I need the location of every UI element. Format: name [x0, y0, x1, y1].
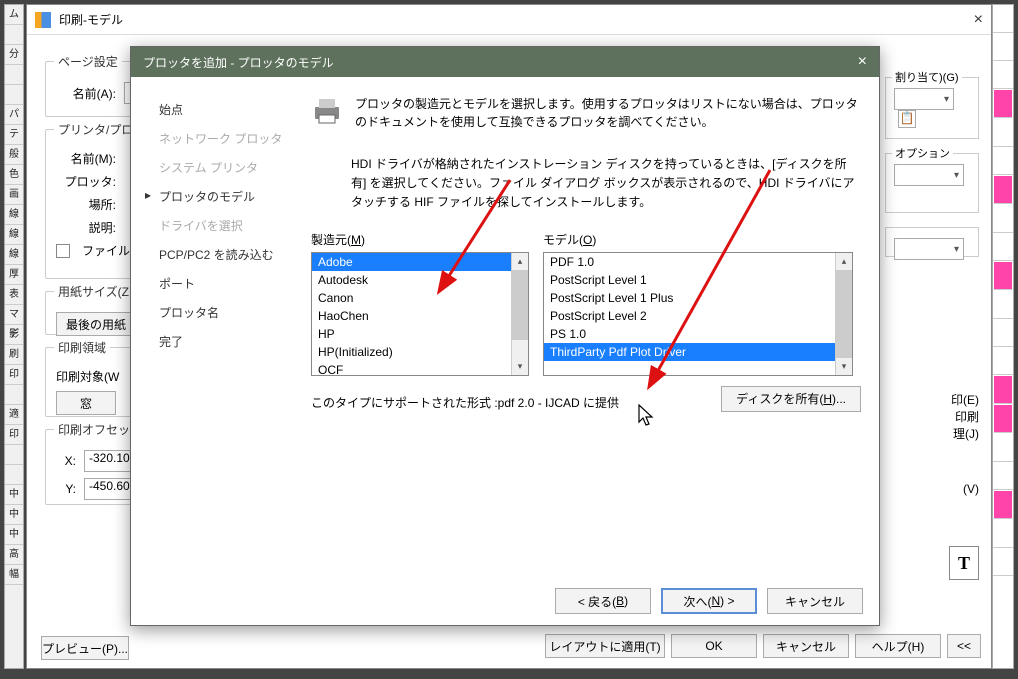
wizard-main-panel: プロッタの製造元とモデルを選択します。使用するプロッタはリストにない場合は、プロ…: [311, 77, 879, 577]
apply-layout-button[interactable]: レイアウトに適用(T): [545, 634, 665, 658]
step-system: システム プリンタ: [145, 153, 297, 182]
option-combo-2[interactable]: [894, 238, 964, 260]
wizard-titlebar: プロッタを追加 - プロッタのモデル ×: [131, 47, 879, 77]
step-driver: ドライバを選択: [145, 211, 297, 240]
v-label: (V): [885, 482, 979, 496]
print-to-file-checkbox[interactable]: [56, 244, 70, 258]
print-target-label: 印刷対象(W: [56, 368, 119, 385]
manufacturer-item[interactable]: Adobe: [312, 253, 528, 271]
ok-button[interactable]: OK: [671, 634, 757, 658]
assignment-combo[interactable]: [894, 88, 954, 110]
help-button[interactable]: ヘルプ(H): [855, 634, 941, 658]
manufacturer-item[interactable]: OCF: [312, 361, 528, 376]
wizard-close-icon[interactable]: ×: [858, 53, 867, 71]
model-listbox[interactable]: PDF 1.0PostScript Level 1PostScript Leve…: [543, 252, 853, 376]
wizard-hint-text: HDI ドライバが格納されたインストレーション ディスクを持っているときは、[デ…: [351, 155, 861, 213]
wizard-step-nav: 始点 ネットワーク プロッタ システム プリンタ プロッタのモデル ドライバを選…: [131, 77, 311, 577]
add-plotter-wizard: プロッタを追加 - プロッタのモデル × 始点 ネットワーク プロッタ システム…: [130, 46, 880, 626]
option-combo[interactable]: [894, 164, 964, 186]
step-name: プロッタ名: [145, 298, 297, 327]
y-label: Y:: [56, 482, 76, 496]
wizard-top-text: プロッタの製造元とモデルを選択します。使用するプロッタはリストにない場合は、プロ…: [355, 95, 861, 131]
print-target-combo[interactable]: 窓: [56, 391, 116, 415]
plotter-label: プロッタ:: [56, 173, 116, 190]
manufacturer-item[interactable]: HP: [312, 325, 528, 343]
manufacturer-label: 製造元(M): [311, 231, 529, 248]
wizard-cancel-button[interactable]: キャンセル: [767, 588, 863, 614]
location-label: 場所:: [56, 196, 116, 213]
manufacturer-listbox[interactable]: AdobeAutodeskCanonHaoChenHPHP(Initialize…: [311, 252, 529, 376]
print-dialog-titlebar: 印刷-モデル ×: [27, 5, 991, 35]
right-panel-strip: [992, 4, 1014, 669]
manufacturer-item[interactable]: Autodesk: [312, 271, 528, 289]
bottom-button-row: レイアウトに適用(T) OK キャンセル ヘルプ(H) <<: [545, 634, 981, 658]
print-area-legend: 印刷領域: [54, 339, 110, 356]
model-label: モデル(O): [543, 231, 853, 248]
support-format-text: このタイプにサポートされた形式 :pdf 2.0 - IJCAD に提供: [311, 394, 619, 411]
page-name-label: 名前(A):: [56, 85, 116, 102]
step-network: ネットワーク プロッタ: [145, 124, 297, 153]
step-start: 始点: [145, 95, 297, 124]
paper-size-button[interactable]: 最後の用紙: [56, 312, 136, 336]
ri-j-label: 理(J): [885, 425, 979, 442]
preview-button[interactable]: プレビュー(P)...: [41, 636, 129, 660]
open-plotter-icon[interactable]: 📋: [898, 110, 916, 128]
paper-size-legend: 用紙サイズ(Z: [54, 283, 133, 300]
model-item[interactable]: PostScript Level 1: [544, 271, 852, 289]
print-e-label: 印(E): [885, 391, 979, 408]
step-port: ポート: [145, 269, 297, 298]
print-dialog-title: 印刷-モデル: [59, 11, 123, 28]
printer-icon: [311, 95, 343, 127]
left-panel-strip: ム分パテ般色画線線線厚表マデ影刷印適印中中中高幅: [4, 4, 24, 669]
print-to-file-label: ファイル: [82, 242, 130, 259]
option-legend: オプション: [892, 145, 953, 161]
description-label: 説明:: [56, 219, 116, 236]
print-partial-label: 印刷: [885, 408, 979, 425]
cancel-button[interactable]: キャンセル: [763, 634, 849, 658]
manufacturer-item[interactable]: HaoChen: [312, 307, 528, 325]
back-button[interactable]: < 戻る(B): [555, 588, 651, 614]
x-label: X:: [56, 454, 76, 468]
model-item[interactable]: PDF 1.0: [544, 253, 852, 271]
assignment-legend: 割り当て)(G): [892, 69, 962, 85]
step-pcp: PCP/PC2 を読み込む: [145, 240, 297, 269]
collapse-button[interactable]: <<: [947, 634, 981, 658]
wizard-footer: < 戻る(B) 次へ(N) > キャンセル: [131, 577, 879, 625]
text-tool-icon[interactable]: T: [949, 546, 979, 580]
close-icon[interactable]: ×: [974, 11, 983, 29]
step-model: プロッタのモデル: [145, 182, 297, 211]
model-item[interactable]: PS 1.0: [544, 325, 852, 343]
manufacturer-item[interactable]: HP(Initialized): [312, 343, 528, 361]
step-finish: 完了: [145, 327, 297, 356]
wizard-title: プロッタを追加 - プロッタのモデル: [143, 54, 334, 71]
page-settings-legend: ページ設定: [54, 53, 122, 70]
model-item[interactable]: ThirdParty Pdf Plot Driver: [544, 343, 852, 361]
app-icon: [35, 12, 51, 28]
manufacturer-item[interactable]: Canon: [312, 289, 528, 307]
model-item[interactable]: PostScript Level 1 Plus: [544, 289, 852, 307]
right-panel-groups: 割り当て)(G) 📋 オプション 印(E) 印刷 理(J) (V) T: [885, 77, 979, 580]
printer-name-label: 名前(M):: [56, 150, 116, 167]
own-disk-button[interactable]: ディスクを所有(H)...: [721, 386, 861, 412]
next-button[interactable]: 次へ(N) >: [661, 588, 757, 614]
model-item[interactable]: PostScript Level 2: [544, 307, 852, 325]
